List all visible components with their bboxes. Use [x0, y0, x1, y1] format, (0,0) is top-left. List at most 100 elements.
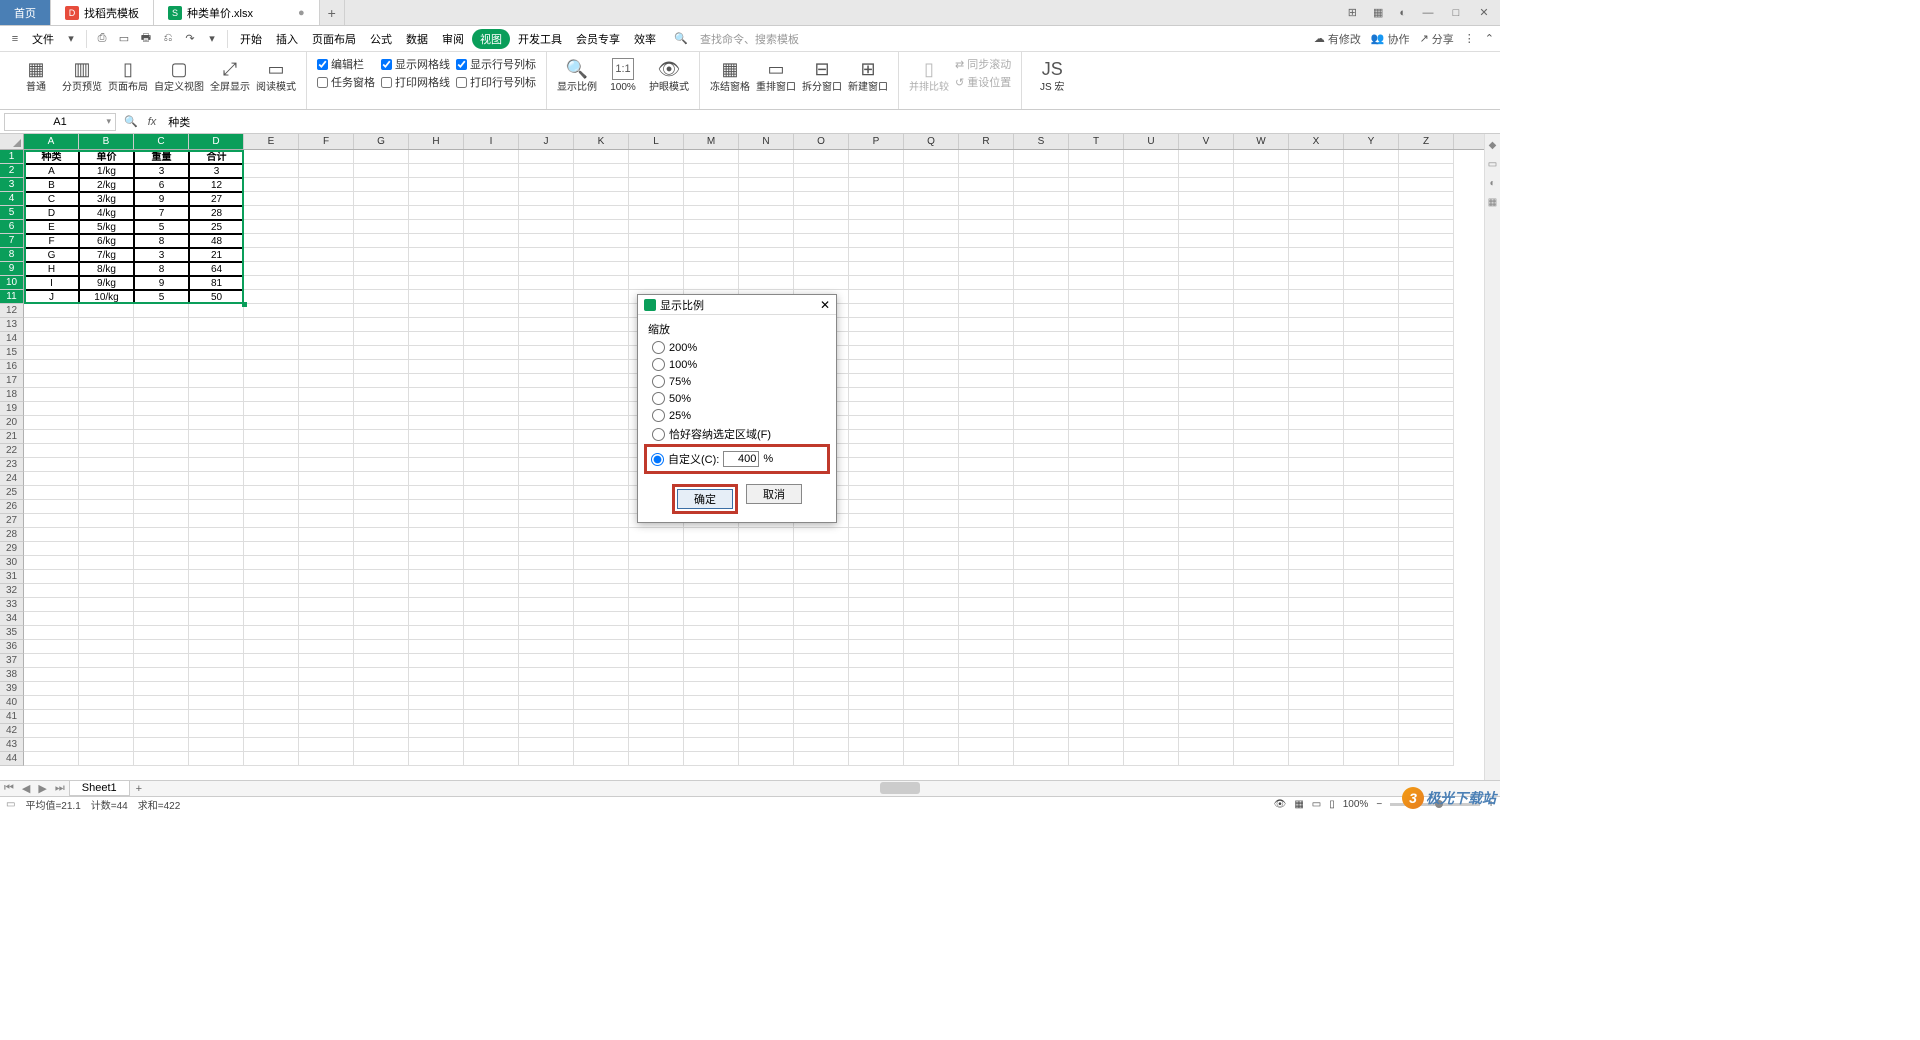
cell-M40[interactable] [684, 696, 739, 710]
cell-B2[interactable]: 1/kg [79, 164, 134, 178]
cell-C7[interactable]: 8 [134, 234, 189, 248]
cell-I14[interactable] [464, 332, 519, 346]
cell-Q22[interactable] [904, 444, 959, 458]
cell-I35[interactable] [464, 626, 519, 640]
cell-Y2[interactable] [1344, 164, 1399, 178]
cell-U25[interactable] [1124, 486, 1179, 500]
cell-F42[interactable] [299, 724, 354, 738]
cell-V6[interactable] [1179, 220, 1234, 234]
cell-G5[interactable] [354, 206, 409, 220]
cell-Z35[interactable] [1399, 626, 1454, 640]
cell-F6[interactable] [299, 220, 354, 234]
cell-F34[interactable] [299, 612, 354, 626]
cell-V26[interactable] [1179, 500, 1234, 514]
tab-file[interactable]: S 种类单价.xlsx ● [154, 0, 320, 25]
row-header-10[interactable]: 10 [0, 276, 24, 290]
cell-T28[interactable] [1069, 528, 1124, 542]
cell-V7[interactable] [1179, 234, 1234, 248]
apps-icon[interactable]: ▦ [1369, 6, 1387, 19]
row-header-20[interactable]: 20 [0, 416, 24, 430]
cell-Z31[interactable] [1399, 570, 1454, 584]
cell-X19[interactable] [1289, 402, 1344, 416]
cell-W19[interactable] [1234, 402, 1289, 416]
cell-M8[interactable] [684, 248, 739, 262]
cell-B5[interactable]: 4/kg [79, 206, 134, 220]
col-header-V[interactable]: V [1179, 134, 1234, 149]
cell-L29[interactable] [629, 542, 684, 556]
tab-add[interactable]: + [320, 0, 345, 25]
zoom-radio-75[interactable] [652, 375, 665, 388]
cell-F25[interactable] [299, 486, 354, 500]
cell-Q20[interactable] [904, 416, 959, 430]
cell-A7[interactable]: F [24, 234, 79, 248]
row-header-40[interactable]: 40 [0, 696, 24, 710]
cell-Y24[interactable] [1344, 472, 1399, 486]
cell-J26[interactable] [519, 500, 574, 514]
check-打印行号列标[interactable]: 打印行号列标 [456, 74, 536, 90]
cell-G28[interactable] [354, 528, 409, 542]
cell-I1[interactable] [464, 150, 519, 164]
cell-S37[interactable] [1014, 654, 1069, 668]
cell-N44[interactable] [739, 752, 794, 766]
cell-O5[interactable] [794, 206, 849, 220]
row-header-26[interactable]: 26 [0, 500, 24, 514]
cell-U12[interactable] [1124, 304, 1179, 318]
cell-F2[interactable] [299, 164, 354, 178]
cell-Z22[interactable] [1399, 444, 1454, 458]
cell-J43[interactable] [519, 738, 574, 752]
cell-P44[interactable] [849, 752, 904, 766]
cell-L36[interactable] [629, 640, 684, 654]
cell-P20[interactable] [849, 416, 904, 430]
cell-J10[interactable] [519, 276, 574, 290]
cell-D44[interactable] [189, 752, 244, 766]
zoom-radio-100[interactable] [652, 358, 665, 371]
cell-F1[interactable] [299, 150, 354, 164]
cell-L32[interactable] [629, 584, 684, 598]
cell-W5[interactable] [1234, 206, 1289, 220]
cell-Y26[interactable] [1344, 500, 1399, 514]
cell-D15[interactable] [189, 346, 244, 360]
row-header-41[interactable]: 41 [0, 710, 24, 724]
cell-Q7[interactable] [904, 234, 959, 248]
cell-J4[interactable] [519, 192, 574, 206]
cell-J8[interactable] [519, 248, 574, 262]
cell-X7[interactable] [1289, 234, 1344, 248]
cell-M28[interactable] [684, 528, 739, 542]
cell-C15[interactable] [134, 346, 189, 360]
cell-R14[interactable] [959, 332, 1014, 346]
cell-X39[interactable] [1289, 682, 1344, 696]
cell-V27[interactable] [1179, 514, 1234, 528]
cell-T15[interactable] [1069, 346, 1124, 360]
col-header-P[interactable]: P [849, 134, 904, 149]
cell-S23[interactable] [1014, 458, 1069, 472]
cell-O29[interactable] [794, 542, 849, 556]
search-hint[interactable]: 查找命令、搜索模板 [700, 31, 799, 47]
cell-E19[interactable] [244, 402, 299, 416]
cell-T31[interactable] [1069, 570, 1124, 584]
cell-I44[interactable] [464, 752, 519, 766]
cell-A2[interactable]: A [24, 164, 79, 178]
row-header-43[interactable]: 43 [0, 738, 24, 752]
cell-A38[interactable] [24, 668, 79, 682]
cell-D26[interactable] [189, 500, 244, 514]
cell-H9[interactable] [409, 262, 464, 276]
cell-C2[interactable]: 3 [134, 164, 189, 178]
qat-dropdown-icon[interactable]: ▾ [203, 30, 221, 48]
cell-J13[interactable] [519, 318, 574, 332]
view-page-icon[interactable]: ▭ [1312, 799, 1321, 810]
cell-X44[interactable] [1289, 752, 1344, 766]
cell-Y7[interactable] [1344, 234, 1399, 248]
cell-E12[interactable] [244, 304, 299, 318]
cell-S6[interactable] [1014, 220, 1069, 234]
cell-K44[interactable] [574, 752, 629, 766]
cell-N9[interactable] [739, 262, 794, 276]
cell-C29[interactable] [134, 542, 189, 556]
cell-L30[interactable] [629, 556, 684, 570]
cell-R28[interactable] [959, 528, 1014, 542]
cell-U33[interactable] [1124, 598, 1179, 612]
maximize-button[interactable]: □ [1446, 7, 1466, 19]
cell-A12[interactable] [24, 304, 79, 318]
cell-S5[interactable] [1014, 206, 1069, 220]
cell-H8[interactable] [409, 248, 464, 262]
cell-Q10[interactable] [904, 276, 959, 290]
